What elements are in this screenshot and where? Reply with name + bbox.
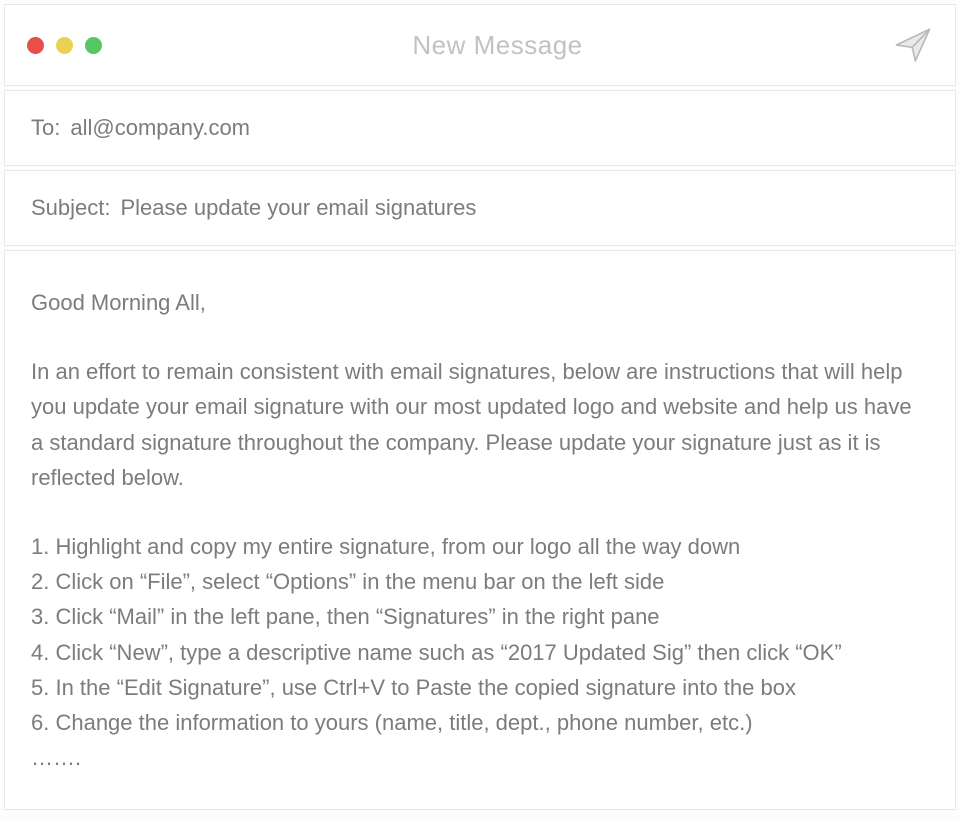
window-title: New Message — [102, 30, 893, 61]
step-line: 2. Click on “File”, select “Options” in … — [31, 564, 929, 599]
body-greeting: Good Morning All, — [31, 285, 929, 320]
to-field[interactable]: To: all@company.com — [4, 90, 956, 166]
message-body[interactable]: Good Morning All, In an effort to remain… — [4, 250, 956, 810]
subject-label: Subject: — [31, 195, 111, 221]
send-button[interactable] — [893, 25, 933, 65]
step-line: 5. In the “Edit Signature”, use Ctrl+V t… — [31, 670, 929, 705]
paper-plane-icon — [894, 26, 932, 64]
minimize-icon[interactable] — [56, 37, 73, 54]
traffic-lights — [27, 37, 102, 54]
step-line: ……. — [31, 740, 929, 775]
maximize-icon[interactable] — [85, 37, 102, 54]
step-line: 3. Click “Mail” in the left pane, then “… — [31, 599, 929, 634]
step-line: 1. Highlight and copy my entire signatur… — [31, 529, 929, 564]
close-icon[interactable] — [27, 37, 44, 54]
body-intro: In an effort to remain consistent with e… — [31, 354, 929, 495]
subject-value: Please update your email signatures — [121, 195, 477, 221]
compose-window: New Message To: all@company.com Subject:… — [0, 4, 960, 822]
subject-field[interactable]: Subject: Please update your email signat… — [4, 170, 956, 246]
step-line: 4. Click “New”, type a descriptive name … — [31, 635, 929, 670]
step-line: 6. Change the information to yours (name… — [31, 705, 929, 740]
body-steps: 1. Highlight and copy my entire signatur… — [31, 529, 929, 775]
window-header: New Message — [4, 4, 956, 86]
to-label: To: — [31, 115, 60, 141]
to-value: all@company.com — [70, 115, 250, 141]
